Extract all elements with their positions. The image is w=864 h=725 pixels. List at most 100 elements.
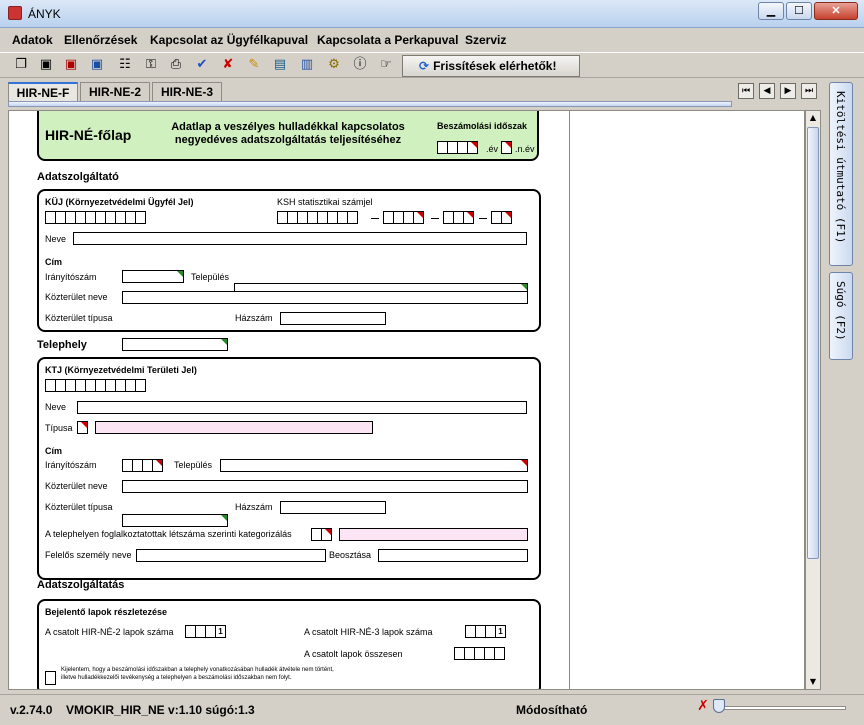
site-city-input[interactable] <box>220 459 528 472</box>
position-label: Beosztása <box>329 550 372 560</box>
declaration-checkbox[interactable] <box>45 671 56 685</box>
responsible-input[interactable] <box>136 549 326 562</box>
print-icon[interactable]: ⎙ <box>167 56 185 74</box>
responsible-label: Felelős személy neve <box>45 550 132 560</box>
hir3-count-value: 1 <box>495 625 506 638</box>
total-count-field[interactable] <box>454 647 505 660</box>
minimize-button[interactable]: ▁ <box>758 2 784 20</box>
java-app-icon <box>8 6 22 20</box>
save-close-icon[interactable]: ▣ <box>62 56 80 74</box>
total-label: A csatolt lapok összesen <box>304 649 403 659</box>
declaration-line-2: illetve hulladékkezelői tevékenység a te… <box>61 675 292 681</box>
vertical-scrollbar[interactable]: ▲ ▼ <box>805 110 821 690</box>
ksh-field-4[interactable] <box>491 211 512 224</box>
menu-szerviz[interactable]: Szerviz <box>465 33 506 47</box>
category-label: A telephelyen foglalkoztatottak létszáma… <box>45 529 292 539</box>
version-text: v.2.74.0 <box>10 703 53 717</box>
ksh-dash <box>431 218 439 219</box>
last-page-icon[interactable]: ⏭ <box>801 83 817 99</box>
cross-icon[interactable]: ✘ <box>219 56 237 74</box>
side-tab-guide[interactable]: Kitöltési útmutató (F1) <box>829 82 853 266</box>
menu-ellenorzesek[interactable]: Ellenőrzések <box>64 33 137 47</box>
import-icon[interactable]: ☷ <box>116 56 134 74</box>
form-header: HIR-NÉ-főlap Adatlap a veszélyes hulladé… <box>37 111 539 161</box>
ksh-field-2[interactable] <box>383 211 424 224</box>
ktj-label: KTJ (Környezetvédelmi Területi Jel) <box>45 365 197 375</box>
tab-hir-ne-2[interactable]: HIR-NE-2 <box>80 82 150 102</box>
site-zip-label: Irányítószám <box>45 460 97 470</box>
maximize-button[interactable]: ☐ <box>786 2 812 20</box>
ksh-label: KSH statisztikai számjel <box>277 197 373 207</box>
lock-icon[interactable]: ⚿ <box>142 56 160 74</box>
edit-icon[interactable]: ✎ <box>245 56 263 74</box>
book-icon[interactable]: ▥ <box>298 56 316 74</box>
site-street-input[interactable] <box>122 480 528 493</box>
scroll-down-icon[interactable]: ▼ <box>806 675 820 689</box>
hir3-count-field[interactable]: 1 <box>465 625 506 638</box>
menu-ugyfelkapu[interactable]: Kapcsolat az Ügyfélkapuval <box>150 33 308 47</box>
kuj-field[interactable] <box>45 211 146 224</box>
menu-adatok[interactable]: Adatok <box>12 33 53 47</box>
ktj-field[interactable] <box>45 379 146 392</box>
city-label: Település <box>191 272 230 282</box>
scroll-thumb[interactable] <box>807 127 819 559</box>
year-suffix: .év <box>486 144 499 154</box>
ksh-field-1[interactable] <box>277 211 358 224</box>
copy-icon[interactable]: ❐ <box>12 56 30 74</box>
name-input[interactable] <box>73 232 527 245</box>
period-year-field[interactable] <box>437 141 478 154</box>
zip-input[interactable] <box>122 270 184 283</box>
period-quarter-field[interactable] <box>501 141 512 154</box>
hir2-count-value: 1 <box>215 625 226 638</box>
site-zip-input[interactable] <box>122 459 163 472</box>
page-edge <box>569 111 570 689</box>
street-type-input[interactable] <box>122 338 228 351</box>
section-telephely: Telephely <box>37 339 87 351</box>
menu-perkapu[interactable]: Kapcsolata a Perkapuval <box>317 33 458 47</box>
refresh-updates-button[interactable]: ⟳ Frissítések elérhetők! <box>402 55 580 77</box>
ksh-field-3[interactable] <box>443 211 474 224</box>
tab-strip <box>8 101 732 107</box>
position-input[interactable] <box>378 549 528 562</box>
zoom-slider-thumb[interactable] <box>713 699 725 713</box>
close-button[interactable]: ✕ <box>814 2 858 20</box>
site-type-input[interactable] <box>95 421 373 434</box>
prev-page-icon[interactable]: ◀ <box>759 83 775 99</box>
section-adatszolgaltato: Adatszolgáltató <box>37 171 119 183</box>
menu-bar: Adatok Ellenőrzések Kapcsolat az Ügyfélk… <box>0 28 864 52</box>
refresh-label: Frissítések elérhetők! <box>433 59 557 73</box>
category-input[interactable] <box>339 528 528 541</box>
site-name-label: Neve <box>45 402 67 412</box>
adatszolgaltatas-box: Bejelentő lapok részletezése A csatolt H… <box>37 599 541 689</box>
site-name-input[interactable] <box>77 401 527 414</box>
house-input[interactable] <box>280 312 386 325</box>
pointer-icon[interactable]: ☞ <box>377 56 395 74</box>
calculator-icon[interactable]: ▤ <box>271 56 289 74</box>
info-icon[interactable]: ⓘ <box>351 56 369 74</box>
side-tab-help[interactable]: Súgó (F2) <box>829 272 853 360</box>
first-page-icon[interactable]: ⏮ <box>738 83 754 99</box>
period-label: Beszámolási időszak <box>437 121 528 131</box>
hir2-label: A csatolt HIR-NÉ-2 lapok száma <box>45 627 174 637</box>
ksh-dash <box>479 218 487 219</box>
tab-hir-ne-3[interactable]: HIR-NE-3 <box>152 82 222 102</box>
tools-icon[interactable]: ⚙ <box>325 56 343 74</box>
site-house-input[interactable] <box>280 501 386 514</box>
site-type-label: Típusa <box>45 423 73 433</box>
check-icon[interactable]: ✔ <box>193 56 211 74</box>
zoom-slider-track[interactable] <box>716 706 846 710</box>
site-type-code-field[interactable] <box>77 421 88 434</box>
category-code-field[interactable] <box>311 528 332 541</box>
site-house-label: Házszám <box>235 502 273 512</box>
tab-hir-ne-f[interactable]: HIR-NE-F <box>8 82 78 102</box>
scroll-up-icon[interactable]: ▲ <box>806 111 820 125</box>
next-page-icon[interactable]: ▶ <box>780 83 796 99</box>
site-street-type-input[interactable] <box>122 514 228 527</box>
save-icon[interactable]: ▣ <box>37 56 55 74</box>
error-marker-icon[interactable]: ✗ <box>695 698 711 714</box>
hir2-count-field[interactable]: 1 <box>185 625 226 638</box>
house-label: Házszám <box>235 313 273 323</box>
side-tab-guide-label: Kitöltési útmutató (F1) <box>834 91 847 244</box>
save-as-icon[interactable]: ▣ <box>88 56 106 74</box>
street-input[interactable] <box>122 291 528 304</box>
